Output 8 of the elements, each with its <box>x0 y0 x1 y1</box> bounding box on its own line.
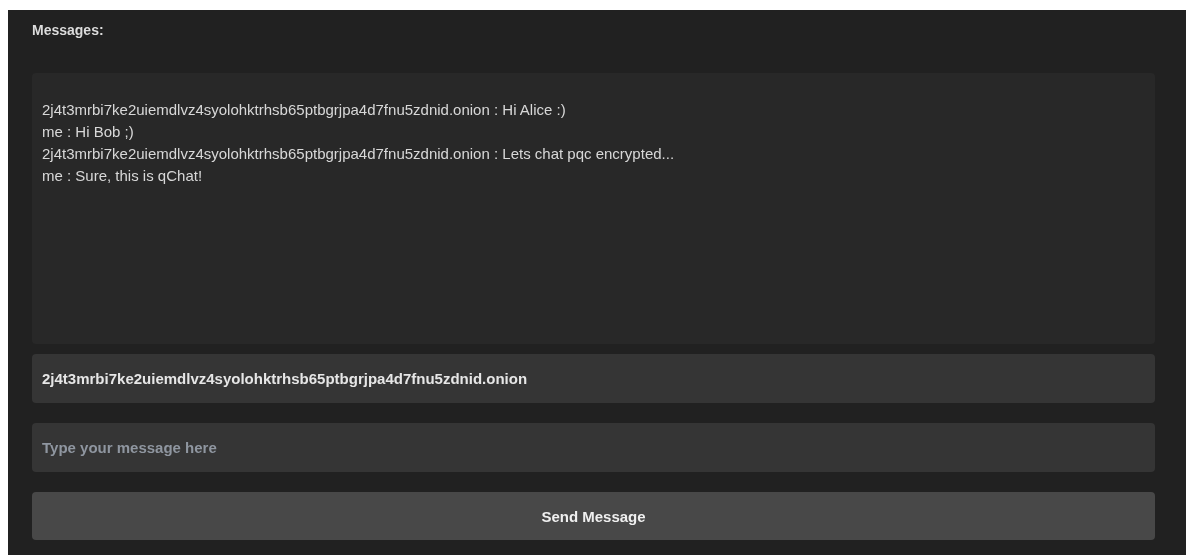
message-input[interactable]: Type your message here <box>32 423 1155 473</box>
send-message-button[interactable]: Send Message <box>32 492 1155 540</box>
chat-message: 2j4t3mrbi7ke2uiemdlvz4syolohktrhsb65ptbgrjpa4d7fnu5zdnid.onion : Lets chat pqc encrypted... <box>42 143 676 164</box>
messages-heading: Messages: <box>32 22 105 40</box>
chat-message: me : Sure, this is qChat! <box>42 165 204 186</box>
chat-message: 2j4t3mrbi7ke2uiemdlvz4syolohktrhsb65ptbgrjpa4d7fnu5zdnid.onion : Hi Alice :) <box>42 99 567 120</box>
chat-message: me : Hi Bob ;) <box>42 121 135 142</box>
address-field[interactable]: 2j4t3mrbi7ke2uiemdlvz4syolohktrhsb65ptbgrjpa4d7fnu5zdnid.onion <box>32 354 1155 404</box>
